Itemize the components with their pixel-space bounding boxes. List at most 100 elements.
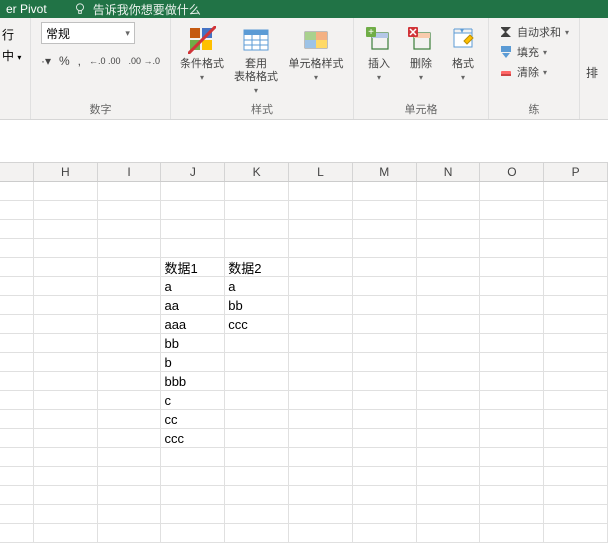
cell[interactable] <box>544 277 608 296</box>
cell[interactable] <box>225 524 289 543</box>
cell[interactable] <box>225 467 289 486</box>
cell[interactable] <box>289 391 353 410</box>
cell[interactable] <box>480 201 544 220</box>
cell[interactable] <box>161 239 225 258</box>
cell[interactable] <box>289 505 353 524</box>
tab-powerpivot[interactable]: er Pivot <box>6 2 47 16</box>
cell[interactable]: bb <box>161 334 225 353</box>
cell[interactable]: c <box>161 391 225 410</box>
cell[interactable] <box>0 353 34 372</box>
cell[interactable] <box>225 505 289 524</box>
cell[interactable] <box>544 334 608 353</box>
cell[interactable] <box>353 372 417 391</box>
cell[interactable] <box>289 258 353 277</box>
col-header[interactable]: N <box>417 163 481 181</box>
cell[interactable] <box>225 391 289 410</box>
cell[interactable] <box>480 239 544 258</box>
cell[interactable] <box>0 182 34 201</box>
cell[interactable] <box>289 448 353 467</box>
cell[interactable] <box>98 296 162 315</box>
cell[interactable] <box>480 391 544 410</box>
cell[interactable] <box>480 334 544 353</box>
cell[interactable] <box>289 334 353 353</box>
cell[interactable] <box>289 239 353 258</box>
cell[interactable] <box>34 334 98 353</box>
cell[interactable] <box>0 505 34 524</box>
cell[interactable] <box>417 239 481 258</box>
cell[interactable] <box>417 467 481 486</box>
cell[interactable] <box>34 467 98 486</box>
cell[interactable] <box>98 258 162 277</box>
cell-styles-button[interactable]: 单元格样式▾ <box>285 22 347 86</box>
cell[interactable] <box>289 220 353 239</box>
cell[interactable] <box>34 220 98 239</box>
cell[interactable] <box>98 201 162 220</box>
cell[interactable] <box>289 277 353 296</box>
increase-decimal-button[interactable]: ←.0 .00 <box>89 56 121 66</box>
cell[interactable] <box>353 201 417 220</box>
cell[interactable] <box>0 296 34 315</box>
cell[interactable] <box>161 182 225 201</box>
cell[interactable] <box>289 315 353 334</box>
cell[interactable] <box>417 277 481 296</box>
cell[interactable] <box>34 258 98 277</box>
cell[interactable]: a <box>161 277 225 296</box>
cell[interactable] <box>34 182 98 201</box>
cell[interactable]: bbb <box>161 372 225 391</box>
cell[interactable] <box>353 467 417 486</box>
insert-button[interactable]: + 插入▾ <box>360 22 398 86</box>
cell[interactable] <box>0 391 34 410</box>
cell[interactable] <box>544 296 608 315</box>
cell[interactable] <box>0 467 34 486</box>
cell[interactable] <box>34 296 98 315</box>
cell[interactable] <box>0 201 34 220</box>
cell[interactable] <box>0 239 34 258</box>
cell[interactable] <box>34 486 98 505</box>
cell[interactable] <box>417 372 481 391</box>
cell[interactable] <box>98 524 162 543</box>
cell[interactable] <box>480 448 544 467</box>
conditional-formatting-button[interactable]: 条件格式▾ <box>177 22 227 86</box>
cell[interactable] <box>98 334 162 353</box>
cell[interactable] <box>225 486 289 505</box>
cell[interactable] <box>353 524 417 543</box>
cell[interactable] <box>98 182 162 201</box>
cell[interactable] <box>34 315 98 334</box>
format-as-table-button[interactable]: 套用表格格式 ▾ <box>231 22 281 99</box>
cell[interactable] <box>98 220 162 239</box>
cell[interactable]: bb <box>225 296 289 315</box>
cell[interactable] <box>544 201 608 220</box>
cell[interactable] <box>98 410 162 429</box>
cell[interactable]: 数据2 <box>225 258 289 277</box>
cell[interactable] <box>544 410 608 429</box>
cell[interactable] <box>0 277 34 296</box>
cell[interactable] <box>353 353 417 372</box>
cell[interactable] <box>225 429 289 448</box>
cell[interactable] <box>417 334 481 353</box>
cell[interactable] <box>98 315 162 334</box>
cell[interactable] <box>480 296 544 315</box>
merge-center-partial[interactable]: 中 ▾ <box>2 47 21 64</box>
cell[interactable]: a <box>225 277 289 296</box>
cell[interactable] <box>289 410 353 429</box>
cell[interactable]: b <box>161 353 225 372</box>
cell[interactable] <box>98 372 162 391</box>
col-header[interactable]: I <box>98 163 162 181</box>
cell[interactable]: 数据1 <box>161 258 225 277</box>
cell[interactable] <box>34 201 98 220</box>
cell[interactable] <box>544 372 608 391</box>
cell[interactable] <box>480 277 544 296</box>
cell[interactable] <box>161 467 225 486</box>
number-format-select[interactable]: 常规 ▾ <box>41 22 135 44</box>
cell[interactable] <box>417 505 481 524</box>
cell[interactable] <box>353 505 417 524</box>
cell[interactable] <box>544 220 608 239</box>
cell[interactable] <box>34 239 98 258</box>
cell[interactable] <box>0 372 34 391</box>
cell[interactable] <box>544 486 608 505</box>
cell[interactable] <box>161 524 225 543</box>
cell[interactable] <box>34 277 98 296</box>
cell[interactable] <box>417 524 481 543</box>
cell[interactable] <box>161 448 225 467</box>
delete-button[interactable]: 删除▾ <box>402 22 440 86</box>
